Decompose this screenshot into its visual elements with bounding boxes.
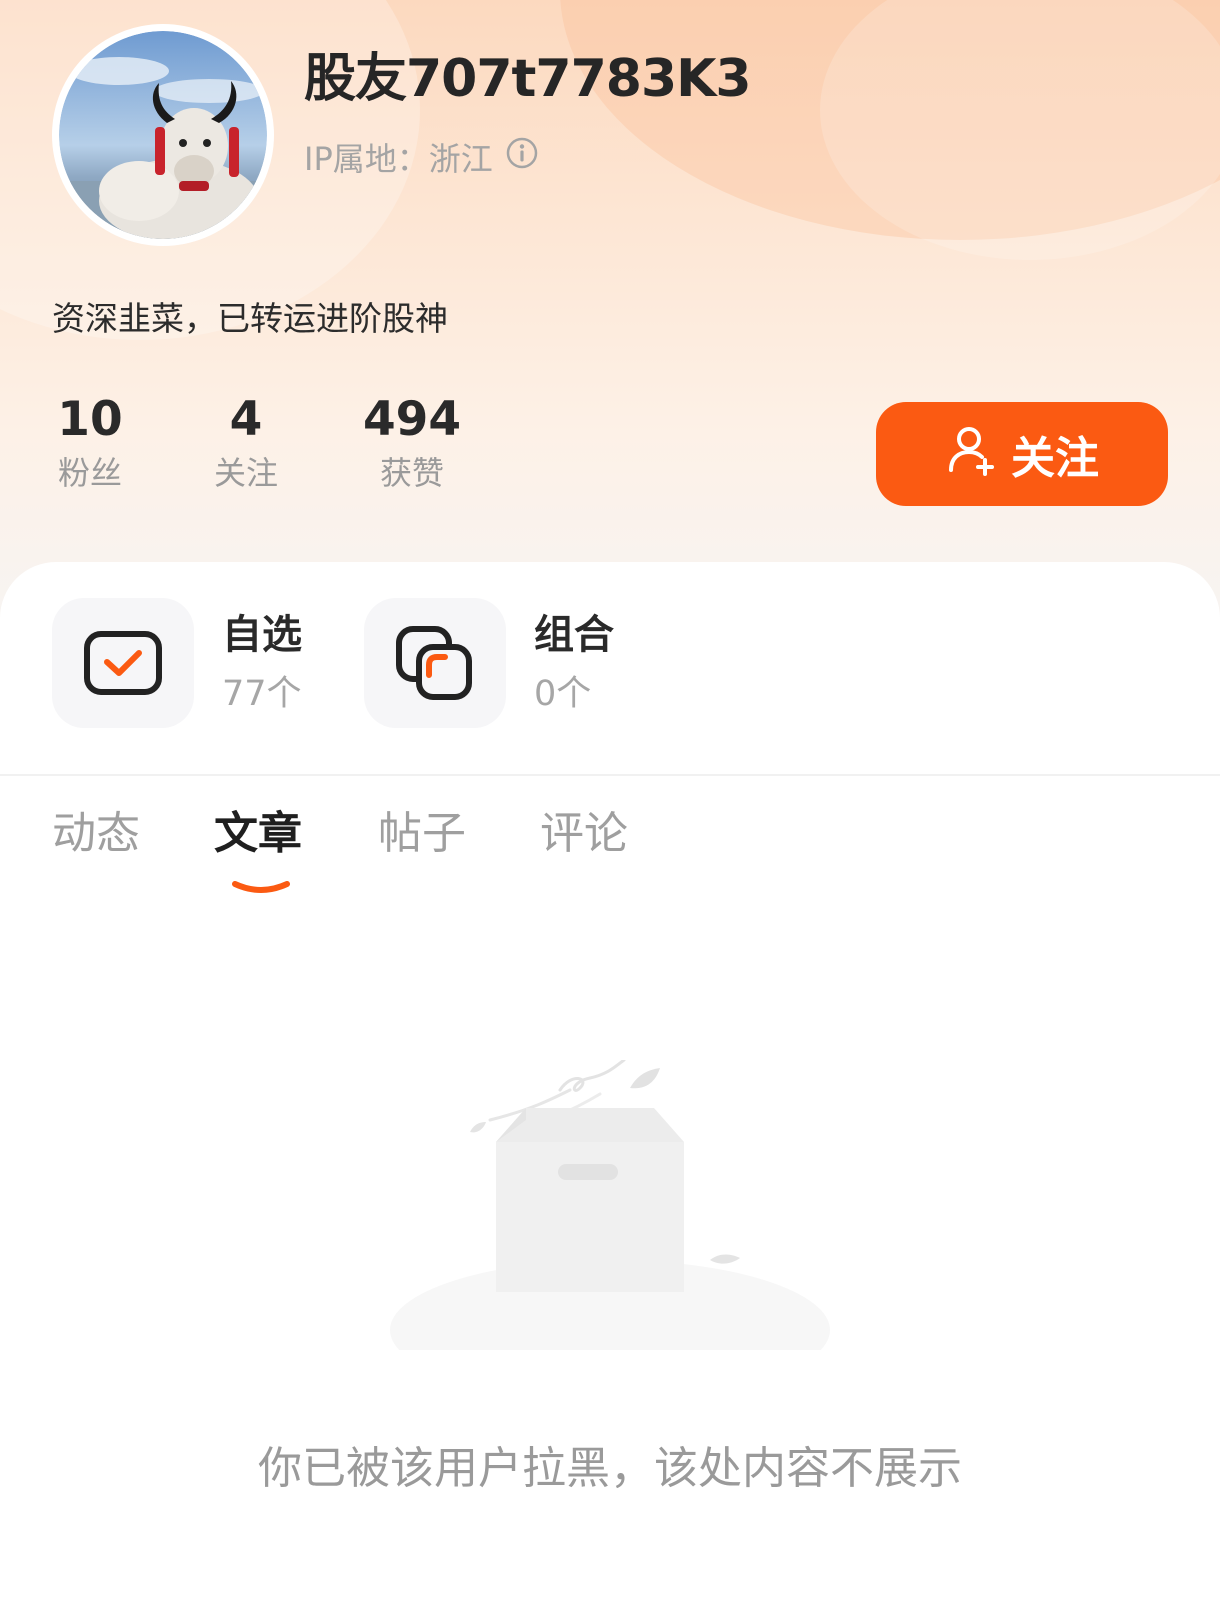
stat-following-value: 4	[229, 392, 263, 447]
stat-fans-value: 10	[57, 392, 123, 447]
active-tab-indicator	[232, 880, 290, 894]
portfolio-icon	[396, 626, 472, 700]
empty-box-illustration	[380, 1058, 850, 1400]
stat-likes[interactable]: 494 获赞	[362, 396, 462, 489]
portfolio-count: 0个	[534, 673, 592, 714]
follow-button[interactable]: 关注	[876, 402, 1168, 506]
portfolio-icon-box	[364, 598, 506, 728]
avatar[interactable]	[52, 24, 274, 246]
add-user-icon	[945, 422, 999, 487]
tab-articles[interactable]: 文章	[214, 812, 302, 856]
ip-location: IP属地：浙江	[304, 140, 493, 178]
section-divider	[0, 774, 1220, 776]
stat-fans-label: 粉丝	[57, 454, 122, 492]
stat-likes-value: 494	[362, 392, 462, 447]
quick-link-portfolio[interactable]: 组合 0个	[364, 598, 614, 728]
username: 股友707t7783K3	[304, 49, 752, 109]
checkbox-icon	[84, 631, 162, 695]
tab-dynamics[interactable]: 动态	[52, 812, 140, 856]
ip-location-row: IP属地：浙江	[304, 134, 539, 180]
yak-avatar-icon	[59, 31, 267, 239]
empty-state-message: 你已被该用户拉黑，该处内容不展示	[258, 1443, 962, 1494]
watchlist-icon-box	[52, 598, 194, 728]
info-icon[interactable]	[505, 136, 539, 178]
watchlist-title: 自选	[222, 611, 302, 658]
stat-likes-label: 获赞	[379, 454, 444, 492]
follow-button-label: 关注	[1011, 433, 1099, 484]
stat-following[interactable]: 4 关注	[208, 396, 284, 489]
tab-comments[interactable]: 评论	[540, 812, 628, 856]
stat-following-label: 关注	[213, 454, 278, 492]
quick-link-watchlist[interactable]: 自选 77个	[52, 598, 302, 728]
tab-posts[interactable]: 帖子	[378, 812, 466, 856]
stat-fans[interactable]: 10 粉丝	[52, 396, 128, 489]
user-bio: 资深韭菜，已转运进阶股神	[52, 299, 448, 338]
watchlist-count: 77个	[222, 673, 302, 714]
content-tabs: 动态 文章 帖子 评论	[0, 812, 1220, 902]
portfolio-title: 组合	[534, 611, 614, 658]
